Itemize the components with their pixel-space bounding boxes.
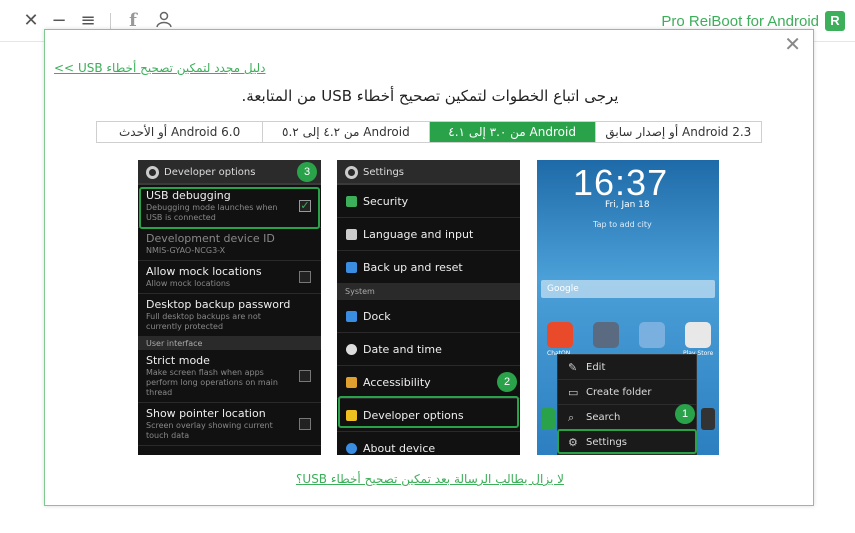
close-window-button[interactable]: ✕ (20, 10, 42, 32)
tap-city-text: Tap to add city (593, 220, 652, 229)
app-title: Pro ReiBoot for Android (661, 13, 819, 30)
list-item-label: Date and time (363, 343, 442, 356)
apps-grid-icon (701, 408, 715, 430)
list-item-title: Strict mode (146, 354, 210, 367)
list-item: About device (337, 432, 520, 455)
list-item-title: Development device ID (146, 232, 275, 245)
guide-link[interactable]: دليل مجدد لتمكين تصحيح أخطاء USB >> (54, 61, 266, 75)
gallery-icon (639, 322, 665, 348)
list-item: Language and input (337, 218, 520, 251)
list-item-label: About device (363, 442, 436, 455)
highlight-developer-options (338, 396, 519, 428)
list-item: Security (337, 185, 520, 218)
list-item-title: Show pointer location (146, 407, 266, 420)
list-item-desc: Full desktop backups are not currently p… (146, 312, 261, 331)
list-item-label: Security (363, 195, 409, 208)
list-item-label: Accessibility (363, 376, 431, 389)
checkbox-icon (299, 271, 311, 283)
highlight-usb-debugging (139, 187, 320, 229)
search-icon: ⌕ (568, 411, 575, 424)
google-search-bar: Google (541, 280, 715, 298)
section-header: User interface (138, 337, 321, 350)
list-item: Show pointer location Screen overlay sho… (138, 403, 321, 446)
chaton-icon (547, 322, 573, 348)
gear-icon (345, 166, 358, 179)
step-badge-3: 3 (297, 162, 317, 182)
list-item: Strict mode Make screen flash when apps … (138, 350, 321, 403)
menu-item-edit: ✎ Edit (558, 355, 696, 380)
dock-icon (346, 311, 357, 322)
list-item-title: Allow mock locations (146, 265, 262, 278)
google-label: Google (547, 284, 579, 294)
list-item: Desktop backup password Full desktop bac… (138, 294, 321, 337)
list-item: Back up and reset (337, 251, 520, 284)
developer-options-screenshot: Developer options USB debugging Debuggin… (138, 160, 321, 455)
edit-icon: ✎ (568, 361, 578, 374)
still-prompting-link[interactable]: لا يزال يطالب الرسالة بعد تمكين تصحيح أخ… (45, 472, 815, 486)
backup-icon (346, 262, 357, 273)
gear-icon (146, 166, 159, 179)
list-item: Date and time (337, 333, 520, 366)
step-badge-1: 1 (675, 404, 695, 424)
android-version-tabs: Android 6.0 أو الأحدث Android من ٤.٢ إلى… (96, 121, 762, 143)
list-item-desc: Allow mock locations (146, 279, 231, 288)
list-item: Development device ID NMIS-GYAO-NCG3-X (138, 228, 321, 261)
settings-screenshot: Settings Security Language and input Bac… (337, 160, 520, 455)
list-item-title: Desktop backup password (146, 298, 291, 311)
home-screen-screenshot: 16:37 Fri, Jan 18 Tap to add city Google… (537, 160, 719, 455)
app-logo: R (825, 11, 845, 31)
menu-item-label: Search (586, 412, 621, 423)
divider (110, 13, 111, 29)
developer-options-title: Developer options (164, 167, 256, 178)
list-item: Accessibility (337, 366, 520, 399)
clock-date: Fri, Jan 18 (605, 200, 650, 210)
list-item-label: Language and input (363, 228, 474, 241)
developer-options-header: Developer options (138, 160, 321, 185)
tab-android-4-2[interactable]: Android من ٤.٢ إلى ٥.٢ (262, 122, 429, 142)
tab-android-2-3[interactable]: Android 2.3 أو إصدار سابق (594, 122, 761, 142)
settings-header: Settings (337, 160, 520, 185)
security-icon (346, 196, 357, 207)
language-icon (346, 229, 357, 240)
list-item-desc: Make screen flash when apps perform long… (146, 368, 278, 397)
checkbox-icon (299, 370, 311, 382)
tab-android-6[interactable]: Android 6.0 أو الأحدث (97, 122, 263, 142)
folder-icon: ▭ (568, 386, 579, 399)
list-item: Dock (337, 300, 520, 333)
camera-icon (593, 322, 619, 348)
list-item-desc: Screen overlay showing current touch dat… (146, 421, 273, 440)
clock-icon (346, 344, 357, 355)
list-item-desc: NMIS-GYAO-NCG3-X (146, 246, 226, 255)
section-header: System (337, 284, 520, 300)
play-store-icon (685, 322, 711, 348)
clock-time: 16:37 (573, 162, 669, 203)
menu-item-label: Edit (586, 362, 606, 373)
list-item-label: Back up and reset (363, 261, 463, 274)
usb-debugging-dialog: ✕ دليل مجدد لتمكين تصحيح أخطاء USB >> ير… (44, 29, 814, 506)
step-badge-2: 2 (497, 372, 517, 392)
settings-title: Settings (363, 167, 405, 178)
instruction-text: يرجى اتباع الخطوات لتمكين تصحيح أخطاء US… (241, 87, 619, 105)
tab-android-3-0[interactable]: Android من ٣.٠ إلى ٤.١ (428, 122, 595, 142)
list-item: Allow mock locations Allow mock location… (138, 261, 321, 294)
highlight-settings (557, 429, 697, 454)
app-window: ✕ − ≡ f Pro ReiBoot for Android R ✕ دليل… (0, 0, 855, 533)
info-icon (346, 443, 357, 454)
hand-icon (346, 377, 357, 388)
dialog-close-button[interactable]: ✕ (784, 34, 801, 54)
checkbox-icon (299, 418, 311, 430)
phone-icon (541, 408, 555, 430)
list-item-label: Dock (363, 310, 391, 323)
menu-item-create-folder: ▭ Create folder (558, 380, 696, 405)
menu-item-label: Create folder (586, 387, 652, 398)
